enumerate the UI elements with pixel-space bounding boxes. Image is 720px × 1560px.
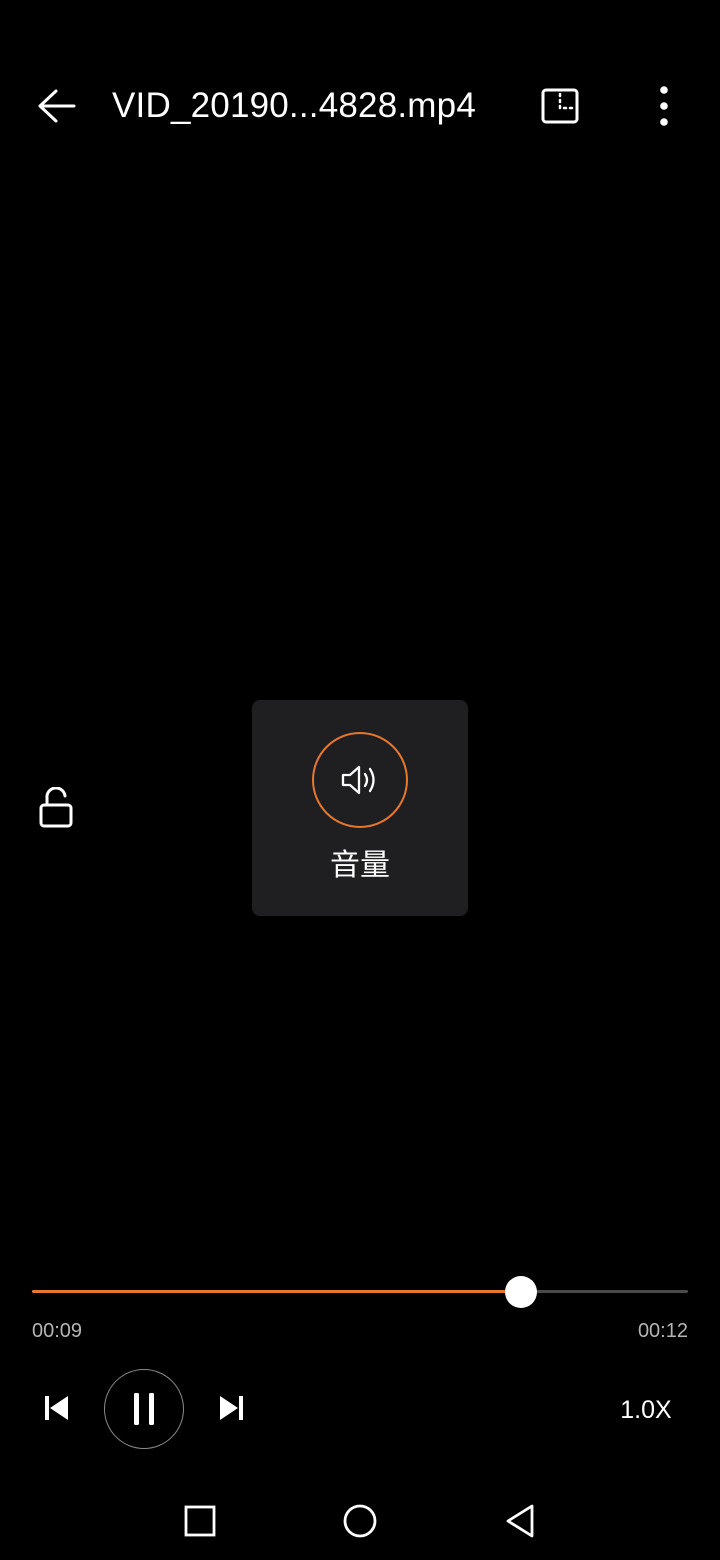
- skip-previous-icon: [45, 1396, 68, 1420]
- skip-next-icon: [220, 1396, 243, 1420]
- picture-in-picture-icon: [541, 88, 579, 124]
- elapsed-time: 00:09: [32, 1320, 83, 1342]
- arrow-left-icon: [38, 89, 76, 123]
- speaker-icon: [341, 765, 375, 795]
- recent-apps-button[interactable]: [176, 1497, 224, 1545]
- total-duration: 00:12: [637, 1320, 688, 1342]
- progress-thumb[interactable]: [504, 1276, 537, 1308]
- screen-lock-button[interactable]: [28, 780, 84, 836]
- video-title: VID_20190...4828.mp4: [112, 86, 476, 125]
- picture-in-picture-button[interactable]: [530, 78, 590, 134]
- progress-bar[interactable]: [32, 1276, 688, 1308]
- nav-back-button[interactable]: [496, 1497, 544, 1545]
- recent-apps-icon: [184, 1505, 216, 1537]
- nav-back-icon: [506, 1504, 534, 1538]
- previous-button[interactable]: [34, 1385, 80, 1431]
- unlock-icon: [39, 787, 73, 828]
- more-vertical-icon: [660, 86, 668, 126]
- volume-ring: [312, 732, 408, 828]
- playback-speed-button[interactable]: 1.0X: [604, 1390, 688, 1430]
- next-button[interactable]: [208, 1385, 254, 1431]
- more-options-button[interactable]: [636, 78, 692, 134]
- top-bar: VID_20190...4828.mp4: [0, 0, 720, 210]
- volume-popup: 音量: [252, 700, 468, 916]
- home-icon: [343, 1504, 377, 1538]
- home-button[interactable]: [336, 1497, 384, 1545]
- pause-icon: [134, 1393, 154, 1425]
- volume-label: 音量: [330, 848, 390, 883]
- progress-fill: [32, 1290, 521, 1293]
- pause-button[interactable]: [104, 1369, 184, 1449]
- back-button[interactable]: [26, 78, 86, 134]
